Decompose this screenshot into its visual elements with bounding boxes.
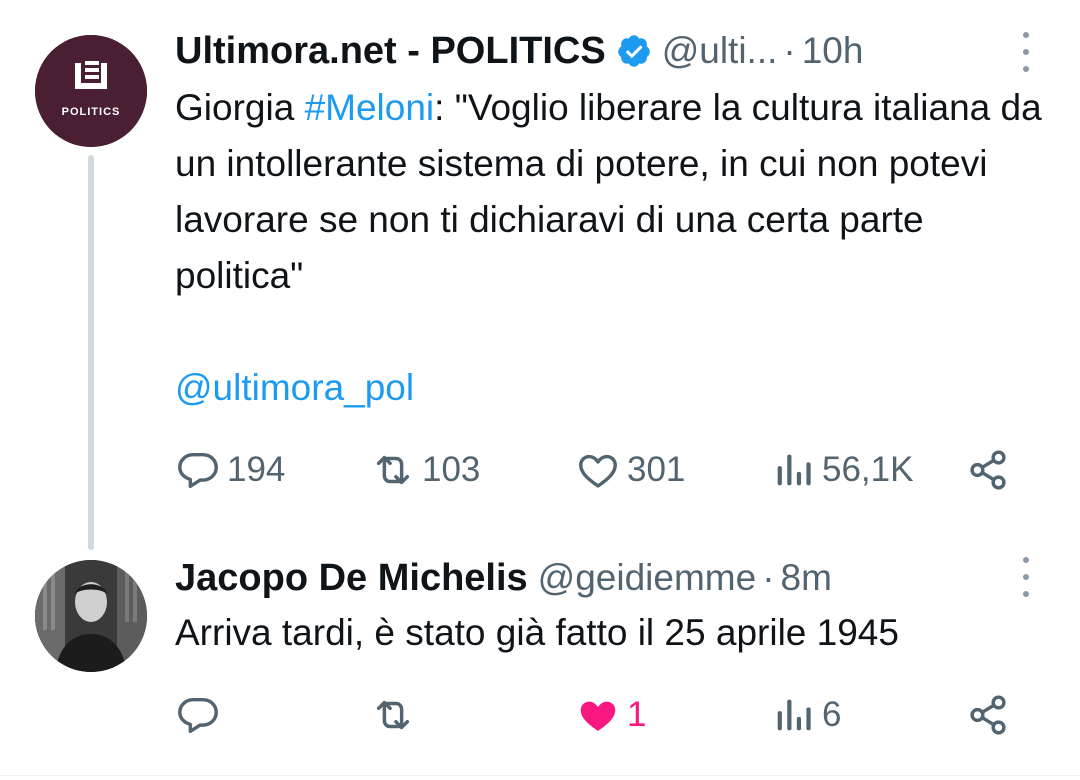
retweet-button[interactable]: 103: [370, 445, 480, 495]
thread-line: [88, 155, 94, 550]
retweet-icon: [376, 700, 410, 730]
divider: [0, 775, 1080, 776]
reply-icon: [178, 452, 218, 489]
share-icon: [970, 450, 1006, 490]
tweet-header: Ultimora.net - POLITICS @ulti... · 10h: [175, 26, 1035, 76]
retweet-button[interactable]: [370, 690, 416, 740]
timestamp[interactable]: 10h: [802, 30, 864, 72]
timestamp[interactable]: 8m: [781, 557, 832, 599]
tweet[interactable]: Jacopo De Michelis @geidiemme · 8m Arriv…: [0, 545, 1080, 780]
share-button[interactable]: [965, 445, 1011, 495]
more-icon[interactable]: [1020, 32, 1032, 72]
views-button[interactable]: 6: [770, 690, 841, 740]
author-handle[interactable]: @geidiemme: [538, 557, 757, 599]
like-count: 1: [627, 695, 647, 734]
views-icon: [777, 454, 811, 486]
text-segment: Giorgia: [175, 87, 305, 128]
like-icon-filled: [580, 701, 616, 731]
retweet-count: 103: [422, 450, 481, 489]
action-bar: 194 103 301 56,1K: [175, 445, 1025, 495]
retweet-icon: [376, 455, 410, 485]
views-button[interactable]: 56,1K: [770, 445, 913, 495]
author-name[interactable]: Jacopo De Michelis: [175, 557, 528, 600]
tweet-header: Jacopo De Michelis @geidiemme · 8m: [175, 553, 1035, 603]
reply-button[interactable]: [175, 690, 221, 740]
author-name[interactable]: Ultimora.net - POLITICS: [175, 30, 606, 73]
views-icon: [777, 699, 811, 731]
tweet-text: Giorgia #Meloni: "Voglio liberare la cul…: [175, 80, 1045, 304]
like-button[interactable]: 301: [575, 445, 685, 495]
author-handle[interactable]: @ulti...: [662, 30, 778, 72]
mention-link[interactable]: @ultimora_pol: [175, 360, 414, 416]
action-bar: 1 6: [175, 690, 1025, 740]
like-button[interactable]: 1: [575, 690, 646, 740]
share-button[interactable]: [965, 690, 1011, 740]
avatar-label: POLITICS: [62, 106, 121, 118]
profile-photo-icon: [35, 560, 147, 672]
views-count: 6: [822, 695, 842, 734]
reply-button[interactable]: 194: [175, 445, 285, 495]
reply-icon: [178, 697, 218, 734]
tweet[interactable]: POLITICS Ultimora.net - POLITICS @ulti..…: [0, 0, 1080, 550]
like-icon: [579, 454, 617, 488]
avatar[interactable]: [35, 560, 147, 672]
tweet-text: Arriva tardi, è stato già fatto il 25 ap…: [175, 612, 899, 653]
verified-badge-icon: [617, 35, 650, 67]
like-count: 301: [627, 450, 686, 489]
separator-dot: ·: [762, 557, 775, 598]
views-count: 56,1K: [822, 450, 914, 489]
politics-logo-icon: POLITICS: [35, 35, 147, 147]
separator-dot: ·: [783, 30, 796, 71]
share-icon: [970, 695, 1006, 735]
avatar[interactable]: POLITICS: [35, 35, 147, 147]
hashtag-link[interactable]: #Meloni: [305, 87, 435, 128]
reply-count: 194: [227, 450, 286, 489]
